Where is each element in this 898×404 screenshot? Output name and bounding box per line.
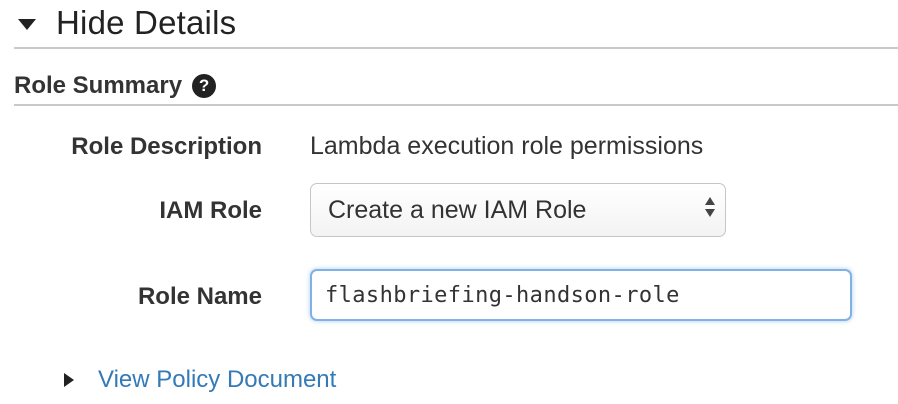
hide-details-label[interactable]: Hide Details <box>56 4 236 42</box>
view-policy-document-link[interactable]: View Policy Document <box>64 366 336 394</box>
help-icon[interactable]: ? <box>192 74 217 98</box>
iam-role-select[interactable]: Create a new IAM Role <box>310 183 726 237</box>
select-stepper-icon <box>705 197 715 217</box>
view-policy-document-label[interactable]: View Policy Document <box>98 366 336 394</box>
role-name-label: Role Name <box>137 283 262 310</box>
hide-details-toggle[interactable]: Hide Details <box>18 4 236 42</box>
role-description-value: Lambda execution role permissions <box>310 132 704 160</box>
triangle-right-icon[interactable] <box>64 373 74 387</box>
divider <box>14 104 898 106</box>
arrow-up-icon <box>705 197 715 205</box>
divider <box>14 47 898 49</box>
role-summary-header: Role Summary ? <box>14 72 217 100</box>
iam-role-selected-value: Create a new IAM Role <box>328 195 587 224</box>
role-settings-panel: Hide Details Role Summary ? Role Descrip… <box>0 0 898 404</box>
role-name-input[interactable]: flashbriefing-handson-role <box>310 269 852 321</box>
role-description-label: Role Description <box>71 133 262 160</box>
iam-role-label: IAM Role <box>159 197 262 224</box>
arrow-down-icon <box>705 209 715 217</box>
role-summary-title: Role Summary <box>14 72 183 99</box>
triangle-down-icon[interactable] <box>18 18 36 30</box>
